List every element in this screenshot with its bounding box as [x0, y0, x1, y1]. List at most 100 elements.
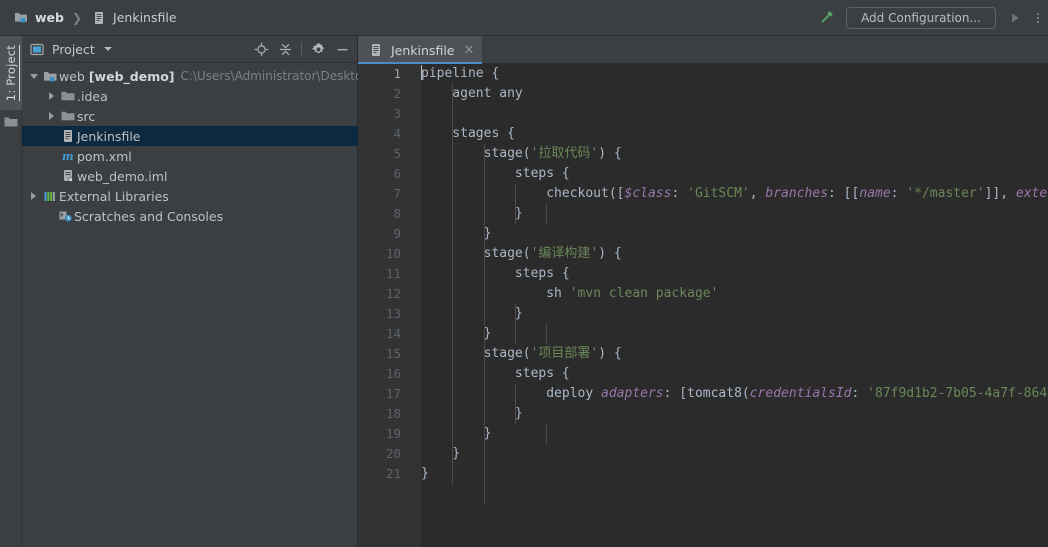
external-libraries-icon — [41, 190, 59, 203]
close-icon[interactable]: ✕ — [463, 44, 474, 57]
tree-row-idea[interactable]: .idea — [22, 86, 357, 106]
code-line[interactable]: steps { — [421, 264, 1048, 284]
line-number: 19 — [385, 426, 401, 441]
project-panel-title: Project — [52, 41, 95, 57]
code-token: extensions — [1015, 186, 1048, 201]
line-number: 15 — [385, 346, 401, 361]
tree-row-jenkinsfile[interactable]: Jenkinsfile — [22, 126, 358, 146]
build-button[interactable] — [814, 6, 838, 30]
code-line[interactable]: stage('编译构建') { — [421, 244, 1048, 264]
toolbar-right-group: Add Configuration... — [814, 0, 1048, 35]
tree-row-src[interactable]: src — [22, 106, 357, 126]
line-number-gutter: 1 2 3 4 5 6 7 8 9 10 11 12 13 14 15 16 17 18 19 20 21 — [358, 64, 410, 547]
code-token: : [tomcat8( — [663, 386, 750, 401]
code-line[interactable]: steps { — [421, 164, 1048, 184]
jenkinsfile-document-icon — [90, 11, 108, 25]
twisty-right-icon[interactable] — [26, 192, 41, 200]
add-configuration-button[interactable]: Add Configuration... — [846, 6, 996, 29]
line-number: 13 — [385, 306, 401, 321]
line-number: 6 — [393, 166, 401, 181]
project-panel-title-group[interactable]: Project — [28, 42, 112, 57]
twisty-right-icon[interactable] — [44, 112, 59, 120]
locate-target-icon[interactable] — [250, 38, 272, 60]
code-token: ]], — [984, 186, 1016, 201]
breadcrumb-item-file[interactable]: Jenkinsfile — [86, 8, 180, 27]
code-token: } — [421, 226, 492, 241]
code-folding-strip[interactable] — [410, 64, 421, 547]
code-line[interactable]: sh 'mvn clean package' — [421, 284, 1048, 304]
code-token: } — [421, 306, 523, 321]
gear-icon[interactable] — [307, 38, 329, 60]
tree-row-iml[interactable]: web_demo.iml — [22, 166, 357, 186]
tree-label-external-libraries: External Libraries — [59, 188, 169, 204]
editor-tab-jenkinsfile[interactable]: Jenkinsfile ✕ — [358, 36, 483, 64]
collapse-all-icon[interactable] — [274, 38, 296, 60]
code-token: } — [421, 326, 492, 341]
line-number: 18 — [385, 406, 401, 421]
breadcrumb-separator: ❯ — [71, 10, 83, 25]
line-number: 14 — [385, 326, 401, 341]
tree-label-jenkinsfile: Jenkinsfile — [77, 128, 141, 144]
hammer-icon — [818, 9, 835, 26]
svg-text:m: m — [62, 150, 74, 163]
folder-icon[interactable] — [4, 116, 18, 128]
tree-row-web[interactable]: web [web_demo] C:\Users\Administrator\De… — [22, 66, 374, 86]
code-token: : [[ — [828, 186, 860, 201]
code-editor[interactable]: 1 2 3 4 5 6 7 8 9 10 11 12 13 14 15 16 17 18 19 20 21 pipeli… — [358, 64, 1048, 547]
twisty-down-icon[interactable] — [26, 73, 41, 79]
code-token: $class — [624, 186, 672, 201]
tool-window-tab-project-label: 1: Project — [4, 44, 18, 102]
jenkinsfile-document-icon — [367, 43, 385, 57]
breadcrumb-file-label: Jenkinsfile — [113, 10, 177, 25]
tool-window-bar-left: 1: Project — [0, 36, 22, 547]
more-vertical-icon[interactable] — [1034, 7, 1042, 29]
breadcrumb-item-project[interactable]: web — [8, 8, 68, 27]
project-panel-header: Project — [22, 36, 357, 63]
code-token: '87f9d1b2-7b05-4a7f-8647-ffb54c04 — [867, 386, 1048, 401]
line-number: 10 — [385, 246, 401, 261]
code-line[interactable]: stage('项目部署') { — [421, 344, 1048, 364]
code-line[interactable]: } — [421, 224, 1048, 244]
code-token: : — [890, 186, 907, 201]
code-token: branches — [765, 186, 829, 201]
code-token: steps { — [421, 366, 570, 381]
code-line[interactable]: } — [421, 444, 1048, 464]
code-line[interactable]: pipeline { — [421, 64, 1048, 84]
tool-window-tab-project[interactable]: 1: Project — [0, 36, 22, 110]
tree-row-scratches[interactable]: Scratches and Consoles — [22, 206, 357, 226]
tree-label-src: src — [77, 108, 96, 124]
project-panel-tools — [250, 38, 353, 60]
run-button[interactable] — [1004, 7, 1026, 29]
project-module-icon — [41, 70, 59, 83]
code-token: ) { — [598, 346, 622, 361]
code-token: : — [671, 186, 688, 201]
line-number: 7 — [393, 186, 401, 201]
code-token: credentialsId — [749, 386, 852, 401]
code-token: steps { — [421, 166, 570, 181]
code-line[interactable]: agent any — [421, 84, 1048, 104]
code-token: 'mvn clean package' — [569, 286, 719, 301]
code-line[interactable]: } — [421, 424, 1048, 444]
editor-tab-bar: Jenkinsfile ✕ — [358, 36, 1048, 64]
code-token: '项目部署' — [530, 346, 599, 361]
code-line[interactable]: } — [421, 464, 1048, 484]
minimize-icon[interactable] — [331, 38, 353, 60]
code-line[interactable]: stage('拉取代码') { — [421, 144, 1048, 164]
tree-path-web: C:\Users\Administrator\Desktop\ — [180, 69, 375, 83]
tree-row-pom[interactable]: m pom.xml — [22, 146, 357, 166]
code-token: } — [421, 466, 429, 481]
line-number: 20 — [385, 446, 401, 461]
tree-label-iml: web_demo.iml — [77, 168, 168, 184]
line-number: 9 — [393, 226, 401, 241]
code-line[interactable] — [421, 104, 1048, 124]
twisty-right-icon[interactable] — [44, 92, 59, 100]
code-token: sh — [421, 286, 570, 301]
code-token: stages { — [421, 126, 515, 141]
code-line[interactable]: steps { — [421, 364, 1048, 384]
indent-guide — [546, 204, 548, 224]
top-toolbar: web ❯ Jenkinsfile Add Configuration... — [0, 0, 1048, 36]
tree-row-external-libraries[interactable]: External Libraries — [22, 186, 357, 206]
line-number: 8 — [393, 206, 401, 221]
chevron-down-icon[interactable] — [103, 47, 112, 51]
code-line[interactable]: stages { — [421, 124, 1048, 144]
